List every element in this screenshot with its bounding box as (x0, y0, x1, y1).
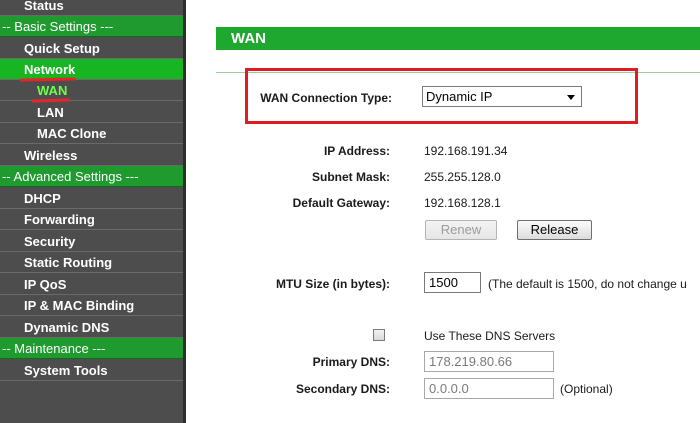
secondary-dns-label: Secondary DNS: (295, 382, 390, 396)
default-gateway-label: Default Gateway: (292, 196, 390, 210)
mtu-size-input[interactable]: 1500 (424, 272, 481, 293)
ip-address-label: IP Address: (323, 144, 390, 158)
secondary-dns-input[interactable]: 0.0.0.0 (424, 378, 554, 399)
page-title: WAN (216, 27, 700, 50)
mtu-default-note: (The default is 1500, do not change u (488, 277, 687, 291)
main-panel: WAN WAN Connection Type: Dynamic IP IP A… (186, 0, 700, 423)
primary-dns-input[interactable]: 178.219.80.66 (424, 351, 554, 372)
use-dns-servers-label: Use These DNS Servers (424, 329, 556, 343)
primary-dns-label: Primary DNS: (312, 355, 390, 369)
sidebar-subitem-wan[interactable]: WAN (0, 80, 183, 101)
secondary-dns-optional-note: (Optional) (560, 382, 613, 396)
use-dns-servers-checkbox[interactable] (373, 329, 385, 341)
renew-button[interactable]: Renew (425, 220, 497, 240)
sidebar-item-quick-setup[interactable]: Quick Setup (0, 38, 183, 59)
release-button[interactable]: Release (517, 220, 592, 240)
ip-address-value: 192.168.191.34 (424, 144, 508, 158)
sidebar-item-ip-mac-binding[interactable]: IP & MAC Binding (0, 295, 183, 316)
wan-connection-type-select[interactable]: Dynamic IP (422, 86, 582, 107)
subnet-mask-value: 255.255.128.0 (424, 170, 501, 184)
sidebar-subitem-lan[interactable]: LAN (0, 102, 183, 123)
chevron-down-icon (567, 95, 575, 100)
mtu-size-label: MTU Size (in bytes): (275, 277, 390, 291)
sidebar-item-ip-qos[interactable]: IP QoS (0, 274, 183, 295)
sidebar-item-network[interactable]: Network (0, 59, 183, 80)
subnet-mask-label: Subnet Mask: (311, 170, 390, 184)
sidebar-item-static-routing[interactable]: Static Routing (0, 252, 183, 273)
sidebar-item-wireless[interactable]: Wireless (0, 145, 183, 166)
sidebar-section-basic-settings: -- Basic Settings --- (0, 16, 183, 37)
sidebar-subitem-mac-clone[interactable]: MAC Clone (0, 123, 183, 144)
sidebar-item-system-tools[interactable]: System Tools (0, 360, 183, 381)
sidebar-section-maintenance: -- Maintenance --- (0, 338, 183, 359)
default-gateway-value: 192.168.128.1 (424, 196, 501, 210)
sidebar-item-status[interactable]: Status (0, 0, 183, 16)
sidebar-item-dhcp[interactable]: DHCP (0, 188, 183, 209)
sidebar-item-forwarding[interactable]: Forwarding (0, 209, 183, 230)
wan-connection-type-label: WAN Connection Type: (260, 91, 392, 105)
sidebar-item-security[interactable]: Security (0, 231, 183, 252)
sidebar-nav: Status -- Basic Settings --- Quick Setup… (0, 0, 183, 423)
sidebar-item-dynamic-dns[interactable]: Dynamic DNS (0, 317, 183, 338)
sidebar-section-advanced-settings: -- Advanced Settings --- (0, 166, 183, 187)
